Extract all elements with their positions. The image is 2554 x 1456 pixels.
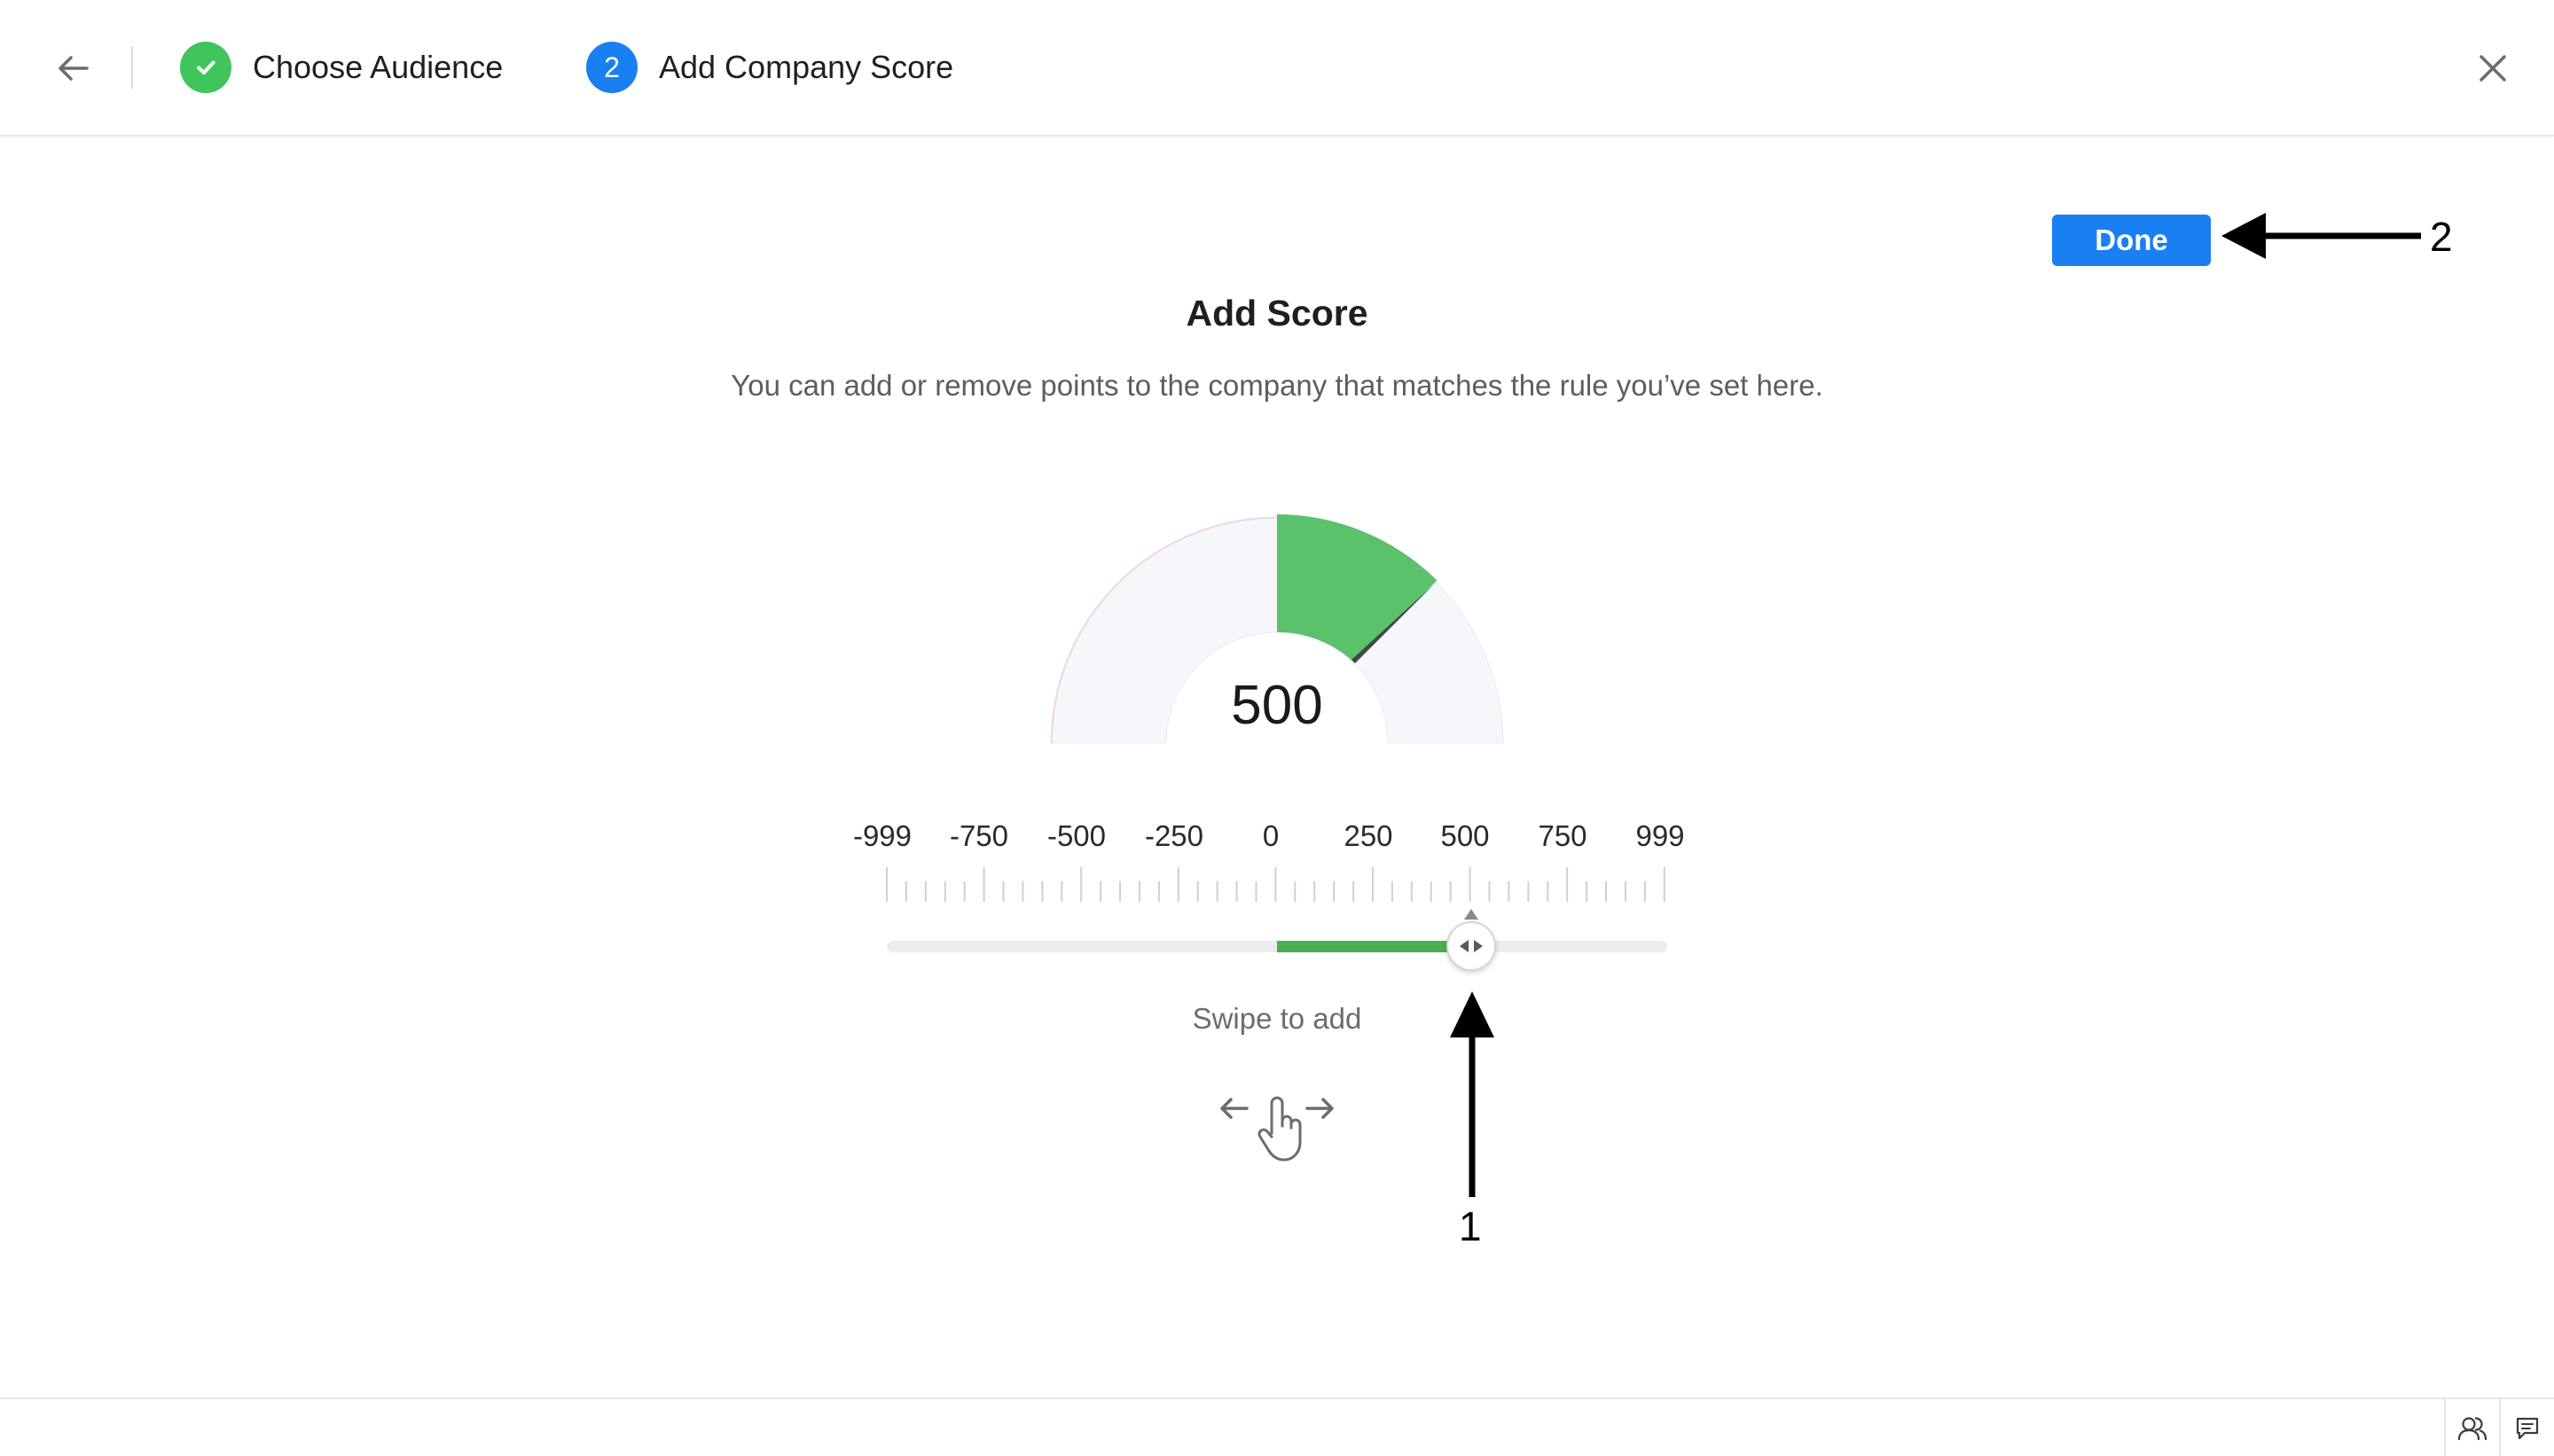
chat-icon [2516, 1417, 2539, 1440]
scale-label: -999 [852, 819, 913, 852]
header-divider [131, 46, 133, 89]
check-icon [197, 60, 215, 74]
step-number-badge: 2 [586, 42, 638, 93]
arrow-left-icon [59, 56, 89, 81]
scale-label: -500 [1046, 819, 1107, 852]
scale-label: 0 [1262, 819, 1280, 852]
step-label: Choose Audience [253, 49, 504, 85]
scale-label: 999 [1635, 819, 1685, 852]
swipe-hand-icon [1220, 1096, 1334, 1162]
back-button[interactable] [51, 46, 96, 90]
scale-label: -250 [1144, 819, 1204, 852]
swipe-hint-text: Swipe to add [1192, 1002, 1362, 1035]
scale-label: -750 [949, 819, 1009, 852]
scale-label: 750 [1538, 819, 1587, 852]
gauge-value: 500 [1231, 675, 1323, 736]
bottom-bar [0, 1397, 2554, 1456]
scale-label: 500 [1440, 819, 1490, 852]
people-icon [2457, 1417, 2487, 1441]
close-button[interactable] [2474, 50, 2511, 87]
left-right-arrows-icon [1460, 940, 1483, 952]
scale-label: 250 [1344, 819, 1393, 852]
annotation-number: 1 [1459, 1203, 1482, 1249]
annotation-arrow-2 [2221, 213, 2421, 259]
close-icon [2480, 55, 2506, 82]
chat-button[interactable] [2499, 1399, 2554, 1456]
score-slider-fill [1277, 941, 1473, 952]
people-button[interactable] [2444, 1399, 2499, 1456]
top-bar: Choose Audience 2 Add Company Score [0, 0, 2554, 137]
step-add-company-score[interactable]: 2 Add Company Score [586, 41, 953, 94]
slider-position-marker [1464, 909, 1478, 920]
page-title: Add Score [1186, 293, 1368, 333]
scale-labels: -999 -750 -500 -250 0 250 500 750 999 [0, 819, 2554, 858]
step-label: Add Company Score [659, 49, 954, 85]
done-button[interactable]: Done [2052, 215, 2211, 266]
step-choose-audience[interactable]: Choose Audience [180, 41, 503, 94]
score-slider-handle[interactable] [1446, 921, 1496, 971]
tick-ruler [886, 867, 1665, 902]
annotation-number: 2 [2430, 214, 2453, 260]
step-completed-badge [180, 42, 231, 93]
annotation-arrow-1 [1450, 991, 1494, 1197]
page-description: You can add or remove points to the comp… [731, 369, 1823, 402]
